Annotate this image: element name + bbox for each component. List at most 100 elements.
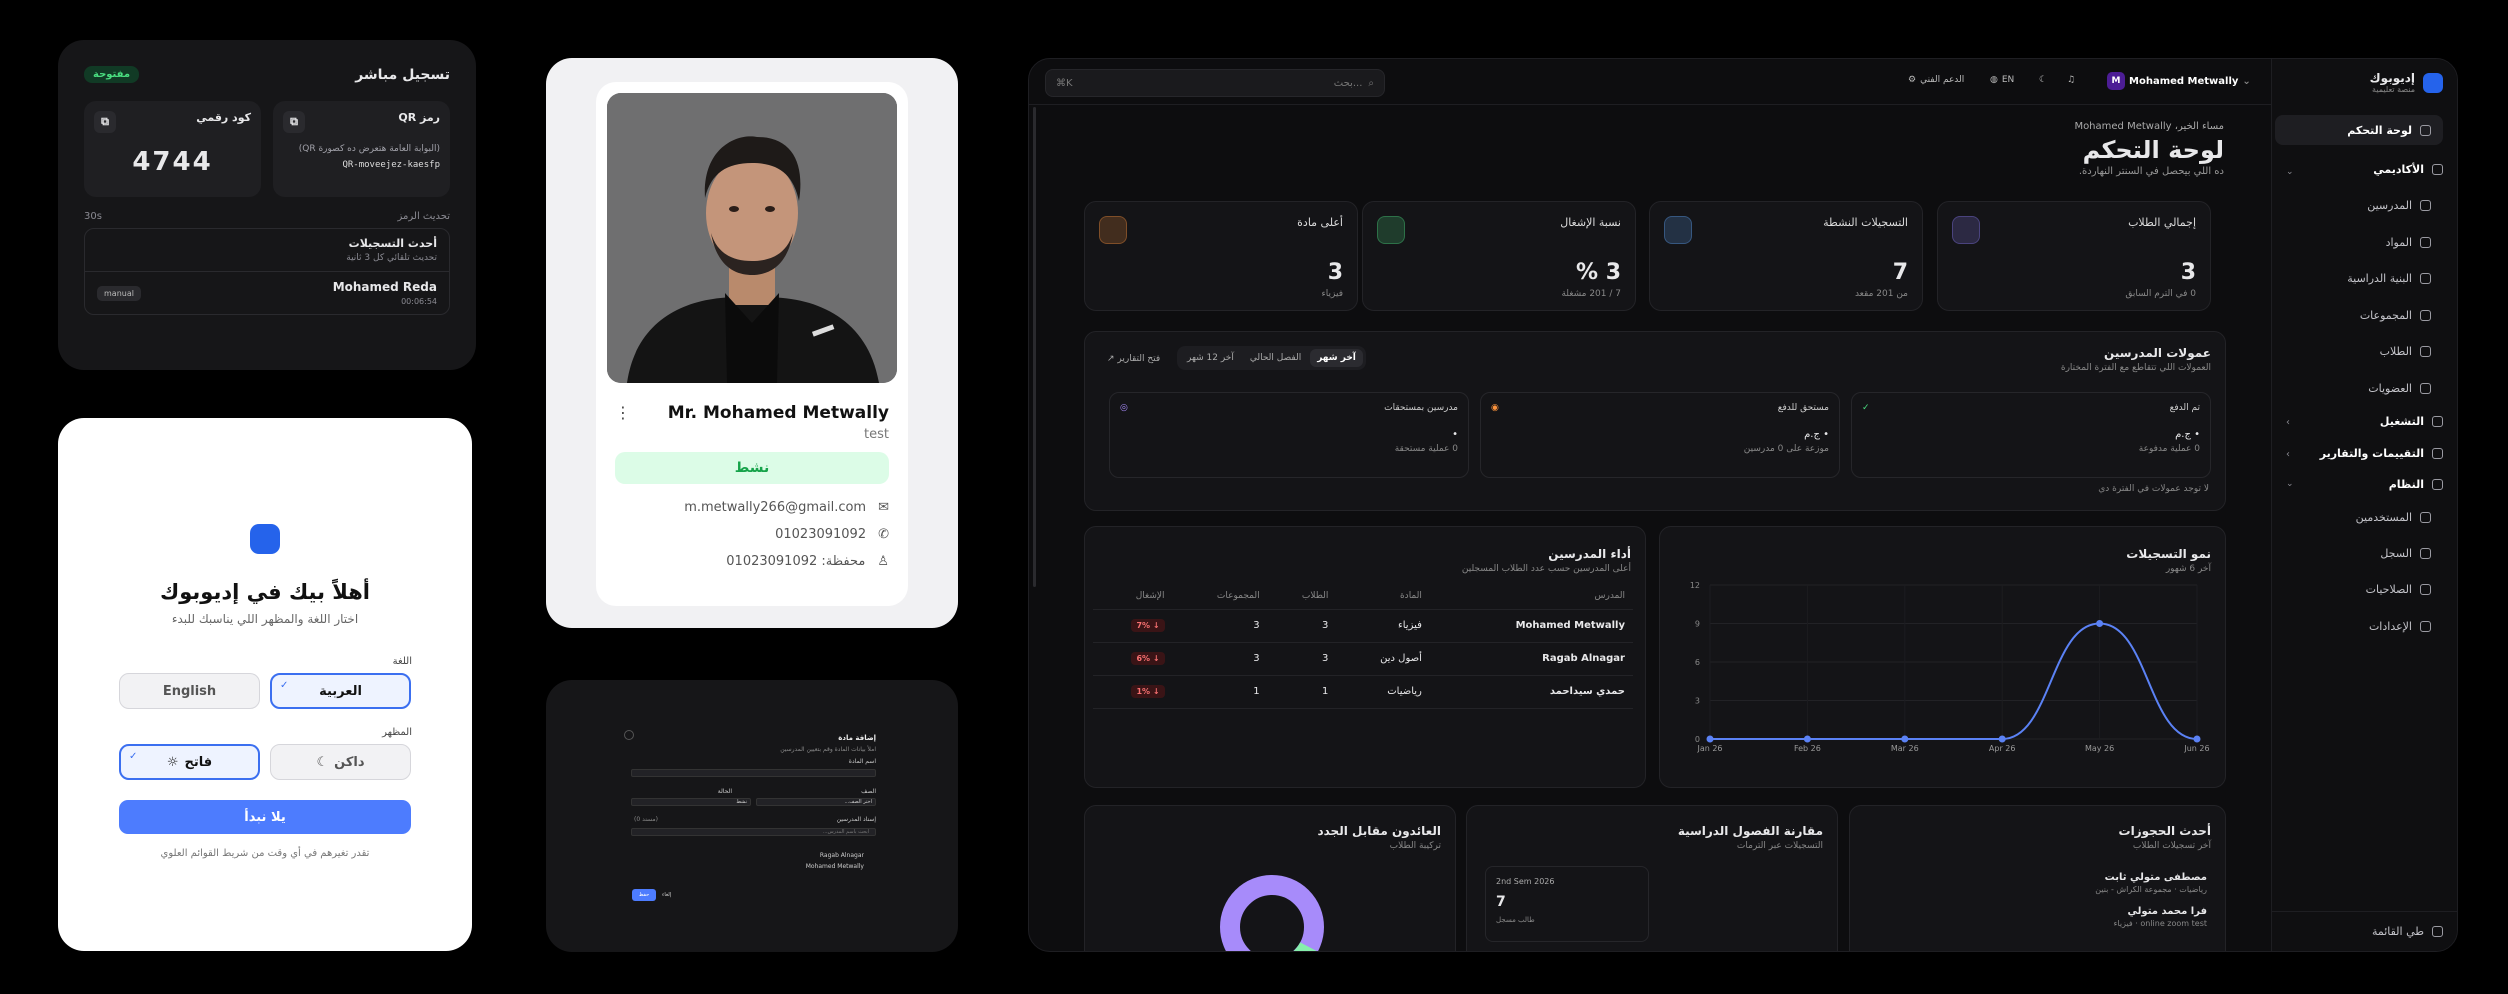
- dialog-title: إضافة مادة: [838, 734, 876, 742]
- due-title: مستحق للدفع: [1777, 403, 1829, 413]
- data-point[interactable]: [1998, 735, 2006, 743]
- occupancy-value: 1%: [1136, 687, 1151, 696]
- search-input[interactable]: ⌘K بحث... ⌕: [1045, 69, 1385, 97]
- cancel-button[interactable]: إلغاء: [662, 892, 671, 898]
- kpi-sub: فيزياء: [1321, 289, 1343, 299]
- sidebar-item-log[interactable]: السجل: [2380, 547, 2431, 560]
- user-name: Mohamed Metwally: [2129, 75, 2239, 87]
- teacher-option-2[interactable]: Mohamed Metwally: [806, 863, 864, 870]
- series-line: [1710, 622, 2198, 740]
- name-input[interactable]: [631, 769, 876, 777]
- support-link[interactable]: ⚙ الدعم الفني: [1908, 75, 1964, 85]
- open-reports-link[interactable]: ↗ فتح التقارير: [1107, 354, 1160, 364]
- kpi-title: التسجيلات النشطة: [1823, 216, 1908, 229]
- lang-arabic-option[interactable]: ✓ العربية: [270, 673, 411, 709]
- sidebar-item-memberships[interactable]: العضويات: [2368, 382, 2431, 395]
- qr-label: رمز QR: [398, 111, 440, 124]
- x-tick-label: Feb 26: [1794, 744, 1821, 753]
- booking-name: فرا محمد متولي: [2127, 906, 2207, 917]
- list-item[interactable]: فرا محمد متولي online zoom test · فيزياء: [2114, 906, 2207, 928]
- recent-sub: تحديث تلقائي كل 3 ثانية: [346, 253, 437, 263]
- mail-icon: ✉: [878, 500, 889, 515]
- sidebar-item-teachers[interactable]: المدرسين: [2367, 199, 2431, 212]
- sidebar-label: الطلاب: [2379, 345, 2412, 358]
- check-icon: ✓: [1862, 403, 1870, 413]
- data-point[interactable]: [1901, 735, 1909, 743]
- kpi-card: أعلى مادة 3 فيزياء: [1084, 201, 1358, 311]
- teacher-role: test: [864, 427, 889, 442]
- theme-dark-option[interactable]: ☾ داكن: [270, 744, 411, 780]
- sidebar-item-groups[interactable]: المجموعات: [2360, 309, 2431, 322]
- save-button[interactable]: حفظ: [632, 889, 656, 901]
- grade-select[interactable]: اختر الصف...: [756, 798, 876, 806]
- teacher-search-input[interactable]: ابحث باسم المدرس...: [631, 828, 876, 836]
- teacher-photo: [607, 93, 897, 383]
- theme-label: المظهر: [382, 727, 412, 738]
- live-registration-card: تسجيل مباشر مفتوحة رمز QR ⧉ (البوابة العا…: [58, 40, 476, 370]
- teacher-search-placeholder: ابحث باسم المدرس...: [822, 829, 869, 835]
- grade-label: الصف: [861, 788, 876, 795]
- close-icon[interactable]: [624, 730, 634, 740]
- tab-current-term[interactable]: الفصل الحالي: [1243, 349, 1308, 367]
- sidebar-item-settings[interactable]: الإعدادات: [2369, 620, 2431, 633]
- sidebar-item-permissions[interactable]: الصلاحيات: [2366, 583, 2431, 596]
- bell-icon[interactable]: ♫: [2067, 75, 2075, 85]
- dialog-sub: املأ بيانات المادة وقم بتعيين المدرسين: [780, 746, 876, 753]
- support-label: الدعم الفني: [1920, 75, 1965, 85]
- paid-amount: • ج.م: [2175, 429, 2200, 440]
- moon-icon: ☾: [316, 754, 329, 770]
- entry-tag: manual: [97, 285, 141, 301]
- start-button[interactable]: يلا نبدأ: [119, 800, 411, 834]
- lock-icon: [2420, 584, 2431, 595]
- moon-icon[interactable]: ☾: [2039, 75, 2047, 85]
- user-menu[interactable]: M Mohamed Metwally ⌄: [2107, 72, 2251, 90]
- owed-amount: •: [1452, 429, 1458, 440]
- status-select[interactable]: نشط: [631, 798, 751, 806]
- theme-light-option[interactable]: ✓ ☼ فاتح: [119, 744, 260, 780]
- table-cell: 3: [1172, 642, 1268, 676]
- entry-time: 00:06:54: [401, 297, 437, 306]
- sidebar-section-operations[interactable]: التشغيل: [2380, 415, 2443, 428]
- table-row[interactable]: Mohamed Metwally فيزياء 3 3 ↓ 7%: [1093, 609, 1633, 643]
- tab-last-month[interactable]: آخر شهر: [1310, 349, 1363, 367]
- sidebar-label: الإعدادات: [2368, 620, 2412, 633]
- booking-detail: رياضيات · مجموعة الكراش - بنين: [2095, 885, 2207, 894]
- copy-icon[interactable]: ⧉: [94, 111, 116, 133]
- scrollbar[interactable]: [1033, 107, 1036, 587]
- digital-code-label: كود رقمي: [196, 111, 251, 124]
- sidebar-section-academic[interactable]: الأكاديمي: [2373, 163, 2443, 176]
- teacher-option-1[interactable]: Ragab Alnagar: [820, 852, 864, 859]
- sidebar-item-students[interactable]: الطلاب: [2380, 345, 2431, 358]
- greeting: مساء الخير، Mohamed Metwally: [2074, 121, 2224, 132]
- sidebar-label: التشغيل: [2379, 415, 2424, 428]
- data-point[interactable]: [2193, 735, 2201, 743]
- chevron-left-icon: ‹: [2286, 417, 2290, 428]
- sidebar-item-structure[interactable]: البنية الدراسية: [2347, 272, 2431, 285]
- refresh-value: 30s: [84, 211, 102, 222]
- data-point[interactable]: [1706, 735, 1714, 743]
- list-item: Mohamed Reda 00:06:54 manual: [85, 272, 449, 314]
- sidebar-item-subjects[interactable]: المواد: [2386, 236, 2431, 249]
- sun-icon: ☼: [166, 754, 179, 770]
- copy-icon[interactable]: ⧉: [283, 111, 305, 133]
- sidebar-label: لوحة التحكم: [2347, 123, 2412, 137]
- tab-last-12-months[interactable]: آخر 12 شهر: [1180, 349, 1241, 367]
- list-item[interactable]: مصطفى متولي ثابت رياضيات · مجموعة الكراش…: [2095, 872, 2207, 894]
- data-point[interactable]: [2096, 620, 2104, 627]
- collapse-sidebar-button[interactable]: طي القائمة: [2372, 925, 2443, 938]
- more-menu-icon[interactable]: ⋮: [607, 403, 631, 422]
- sidebar-label: المواد: [2385, 236, 2412, 249]
- recent-title: أحدث التسجيلات: [348, 237, 437, 250]
- table-row[interactable]: حمدي سيداحمد رياضيات 1 1 ↓ 1%: [1093, 675, 1633, 709]
- language-switch[interactable]: ◍ EN: [1990, 75, 2014, 85]
- lang-english-option[interactable]: English: [119, 673, 260, 709]
- x-tick-label: May 26: [2085, 744, 2114, 753]
- data-point[interactable]: [1803, 735, 1811, 743]
- table-row[interactable]: Ragab Alnagar أصول دين 3 3 ↓ 6%: [1093, 642, 1633, 676]
- sidebar-item-dashboard[interactable]: لوحة التحكم: [2275, 115, 2443, 145]
- sidebar-section-system[interactable]: النظام: [2389, 478, 2443, 491]
- term-comparison-panel: مقارنة الفصول الدراسية التسجيلات عبر الت…: [1466, 805, 1838, 951]
- sidebar-section-reports[interactable]: التقييمات والتقارير: [2320, 447, 2443, 460]
- kpi-card: إجمالي الطلاب 3 0 في الترم السابق: [1937, 201, 2211, 311]
- sidebar-item-users[interactable]: المستخدمين: [2356, 511, 2431, 524]
